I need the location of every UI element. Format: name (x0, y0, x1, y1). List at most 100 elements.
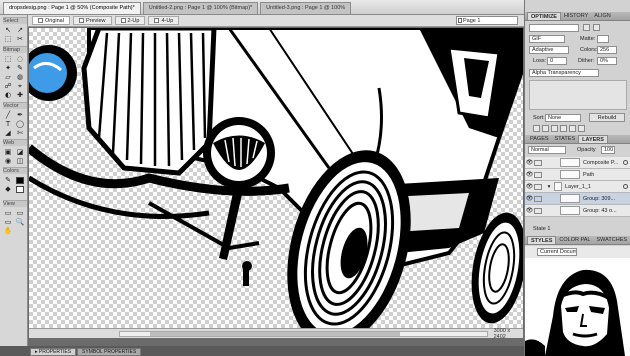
tab-optimize[interactable]: OPTIMIZE (527, 12, 561, 20)
scale-tool-icon[interactable]: ⬚ (3, 35, 13, 43)
view-preview-button[interactable]: Preview (72, 16, 112, 25)
view-4up-button[interactable]: 4-Up (148, 16, 180, 25)
two-up-view-icon (120, 18, 126, 23)
tab-history[interactable]: HISTORY (561, 12, 591, 20)
state-label: State 1 (533, 226, 551, 232)
lasso-tool-icon[interactable]: ◌ (15, 55, 25, 63)
horizontal-scrollbar[interactable] (119, 330, 488, 337)
eye-icon[interactable]: 👁 (525, 207, 534, 214)
slice-tool-icon[interactable]: ◪ (15, 148, 25, 156)
pointer-tool-icon[interactable]: ↖ (3, 26, 13, 34)
eye-icon[interactable]: 👁 (525, 171, 534, 178)
replace-color-tool-icon[interactable]: ⌖ (15, 82, 25, 90)
document-tabs: dropsdesig.png : Page 1 @ 50% (Composite… (0, 0, 524, 15)
tab-color-palette[interactable]: COLOR PAL (556, 236, 593, 244)
opacity-field[interactable]: 100 (601, 146, 615, 154)
document-canvas[interactable] (29, 28, 523, 328)
tab-swatches[interactable]: SWATCHES (593, 236, 630, 244)
lock-icon[interactable] (534, 159, 542, 166)
text-tool-icon[interactable]: T (3, 120, 13, 128)
line-tool-icon[interactable]: ╱ (3, 111, 13, 119)
layer-row[interactable]: 👁 Group: 309... (525, 193, 630, 205)
zoom-tool-icon[interactable]: 🔍 (15, 218, 25, 226)
layer-row[interactable]: 👁 Group: 43 o... (525, 205, 630, 217)
layers-panel-tabs: PAGES STATES LAYERS (525, 135, 630, 144)
marquee-tool-icon[interactable]: ⬚ (3, 55, 13, 63)
rebuild-button[interactable]: Rebuild (589, 113, 625, 122)
knife-tool-icon[interactable]: ✄ (15, 129, 25, 137)
transparent-icon[interactable] (533, 125, 540, 132)
red-eye-tool-icon[interactable]: ✚ (15, 91, 25, 99)
subselect-tool-icon[interactable]: ↗ (15, 26, 25, 34)
tab-layers[interactable]: LAYERS (578, 135, 608, 143)
view-2up-label: 2-Up (127, 17, 140, 24)
ellipse-tool-icon[interactable]: ◯ (15, 120, 25, 128)
fill-color-icon[interactable]: ◆ (3, 185, 13, 193)
blend-mode-select[interactable]: Normal (528, 146, 566, 154)
delete-color-icon[interactable] (578, 125, 585, 132)
eye-icon[interactable]: 👁 (525, 183, 534, 190)
crop-tool-icon[interactable]: ✂ (15, 35, 25, 43)
lock-icon[interactable] (534, 171, 542, 178)
sort-select[interactable]: None (545, 114, 581, 122)
blur-tool-icon[interactable]: ◍ (15, 73, 25, 81)
show-slices-icon[interactable]: ◫ (15, 157, 25, 165)
doc-tab-dropsdesig[interactable]: dropsdesig.png : Page 1 @ 50% (Composite… (3, 2, 141, 14)
magic-wand-tool-icon[interactable]: ✦ (3, 64, 13, 72)
standard-screen-icon[interactable]: ▭ (3, 209, 13, 217)
pen-tool-icon[interactable]: ✒ (15, 111, 25, 119)
status-bar: 3000 x 2402 (29, 328, 523, 340)
format-select[interactable]: GIF (529, 35, 565, 43)
stroke-color-icon[interactable]: ✎ (3, 176, 13, 184)
matte-swatch[interactable] (597, 35, 609, 43)
delete-settings-icon[interactable] (593, 24, 600, 31)
rubber-stamp-tool-icon[interactable]: ☍ (3, 82, 13, 90)
tab-align[interactable]: ALIGN (591, 12, 614, 20)
brush-tool-icon[interactable]: ✎ (15, 64, 25, 72)
colors-select[interactable]: 256 (597, 46, 617, 54)
tab-styles[interactable]: STYLES (527, 236, 557, 244)
hand-tool-icon[interactable]: ✋ (3, 227, 13, 235)
hide-slices-icon[interactable]: ◉ (3, 157, 13, 165)
eye-icon[interactable]: 👁 (525, 159, 534, 166)
tools-section-view: View (1, 200, 27, 207)
expand-triangle-icon[interactable]: ▾ (544, 184, 554, 190)
tab-pages[interactable]: PAGES (527, 135, 552, 143)
layer-name: Group: 309... (583, 195, 616, 202)
lock-icon[interactable] (534, 183, 542, 190)
freeform-tool-icon[interactable]: ◢ (3, 129, 13, 137)
full-screen-icon[interactable]: ▭ (3, 218, 13, 226)
settings-select[interactable] (529, 24, 579, 32)
doc-tab-untitled-2[interactable]: Untitled-2.png : Page 1 @ 100% (Bitmap)* (142, 2, 259, 14)
transparency-select[interactable]: Alpha Transparency (529, 69, 599, 77)
colors-label: Colors: (580, 47, 598, 53)
full-screen-menus-icon[interactable]: ▭ (15, 209, 25, 217)
save-settings-icon[interactable] (583, 24, 590, 31)
stroke-color-swatch[interactable] (15, 176, 25, 184)
dodge-tool-icon[interactable]: ◐ (3, 91, 13, 99)
edit-color-icon[interactable] (560, 125, 567, 132)
layer-row[interactable]: 👁 ▾ Layer_1_1 (525, 181, 630, 193)
fill-color-swatch[interactable] (15, 185, 25, 193)
hotspot-tool-icon[interactable]: ▣ (3, 148, 13, 156)
lock-icon[interactable] (534, 195, 542, 202)
page-selector[interactable]: Page 1 (456, 16, 518, 25)
layer-row[interactable]: 👁 Composite P... (525, 157, 630, 169)
doc-tab-untitled-3[interactable]: Untitled-3.png : Page 1 @ 100% (260, 2, 352, 14)
dither-field[interactable]: 0% (597, 57, 617, 65)
lock-color-icon[interactable] (542, 125, 549, 132)
palette-select[interactable]: Adaptive (529, 46, 569, 54)
tab-properties[interactable]: ▸ PROPERTIES (30, 348, 77, 356)
snap-web-safe-icon[interactable] (551, 125, 558, 132)
layer-row[interactable]: 👁 Path (525, 169, 630, 181)
add-color-icon[interactable] (569, 125, 576, 132)
lock-icon[interactable] (534, 207, 542, 214)
loss-field[interactable]: 0 (547, 57, 567, 65)
tab-states[interactable]: STATES (552, 135, 579, 143)
eraser-tool-icon[interactable]: ▱ (3, 73, 13, 81)
tab-symbol-properties[interactable]: SYMBOL PROPERTIES (77, 348, 142, 356)
scrollbar-thumb[interactable] (150, 331, 400, 336)
eye-icon[interactable]: 👁 (525, 195, 534, 202)
view-original-button[interactable]: Original (32, 16, 70, 25)
view-2up-button[interactable]: 2-Up (114, 16, 146, 25)
